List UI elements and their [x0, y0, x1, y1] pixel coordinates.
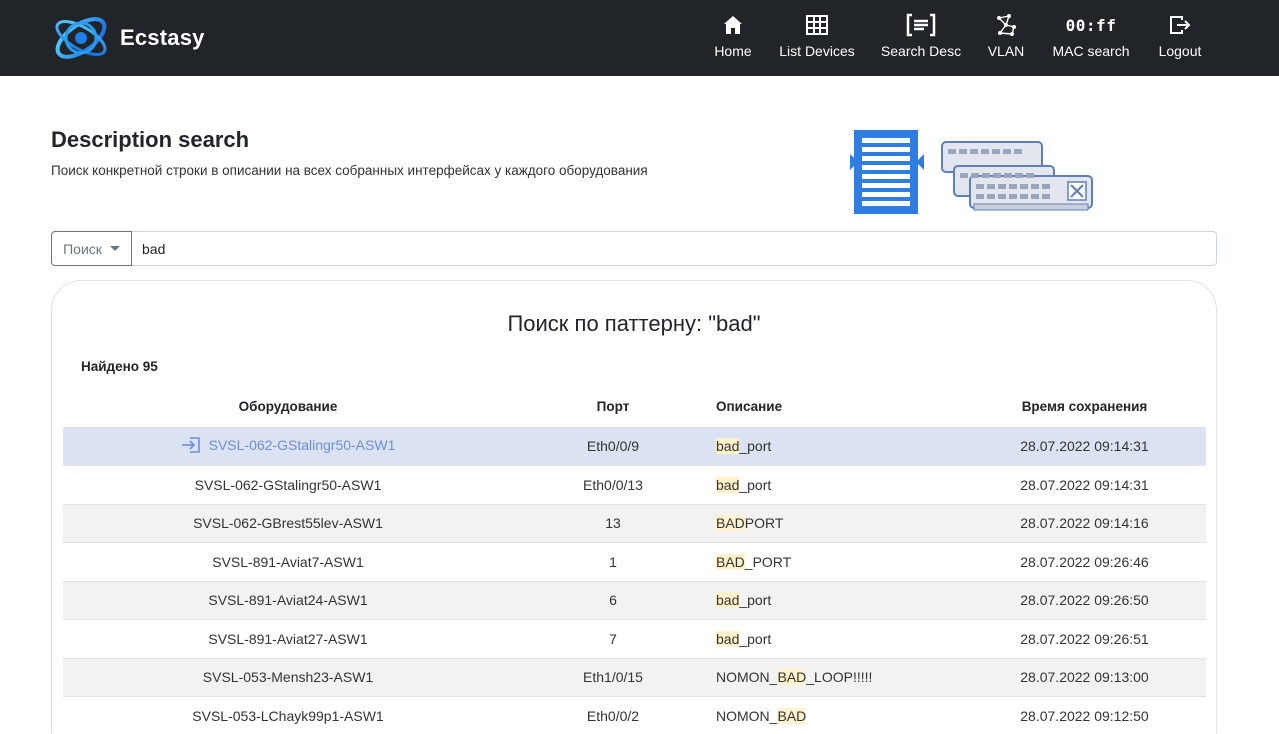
column-header-saved-time[interactable]: Время сохранения — [963, 387, 1206, 427]
table-row[interactable]: SVSL-062-GBrest55lev-ASW1 13 BADPORT 28.… — [63, 504, 1206, 543]
port-cell: Eth1/0/15 — [583, 669, 643, 686]
caret-down-icon — [109, 246, 120, 251]
saved-time-cell: 28.07.2022 09:14:31 — [1020, 476, 1149, 493]
description-cell: bad_port — [713, 427, 963, 466]
device-cell[interactable]: SVSL-062-GStalingr50-ASW1 — [63, 466, 513, 505]
results-title: Поиск по паттерну: "bad" — [507, 311, 761, 336]
logout-icon — [1168, 12, 1192, 38]
saved-time-cell: 28.07.2022 09:14:31 — [1020, 438, 1149, 455]
desc-rest: PORT — [744, 515, 784, 532]
description-cell: BADPORT — [713, 504, 963, 543]
saved-time-cell: 28.07.2022 09:26:50 — [1020, 592, 1149, 609]
table-icon — [805, 12, 829, 38]
device-cell[interactable]: SVSL-053-Mensh23-ASW1 — [63, 658, 513, 697]
match-highlight: bad — [716, 476, 740, 493]
port-cell: 6 — [609, 592, 617, 609]
search-bar: Поиск — [51, 231, 1217, 266]
nav-label: MAC search — [1052, 43, 1130, 59]
saved-time-cell: 28.07.2022 09:12:50 — [1020, 708, 1149, 724]
saved-time-cell: 28.07.2022 09:26:46 — [1020, 553, 1149, 570]
table-row[interactable]: SVSL-062-GStalingr50-ASW1 Eth0/0/9 bad_p… — [63, 427, 1206, 466]
device-cell[interactable]: SVSL-891-Aviat24-ASW1 — [63, 581, 513, 620]
search-type-label: Поиск — [63, 240, 102, 257]
device-cell[interactable]: SVSL-062-GBrest55lev-ASW1 — [63, 504, 513, 543]
navbar: Ecstasy Home List Devices Search Desc VL… — [0, 0, 1279, 76]
brand[interactable]: Ecstasy — [50, 8, 205, 68]
device-cell[interactable]: SVSL-053-LChayk99p1-ASW1 — [63, 697, 513, 734]
nav-label: List Devices — [779, 43, 855, 59]
table-row[interactable]: SVSL-053-LChayk99p1-ASW1 Eth0/0/2 NOMON_… — [63, 696, 1206, 734]
description-cell: bad_port — [713, 581, 963, 620]
text-box-icon — [906, 12, 936, 38]
table-row[interactable]: SVSL-053-Mensh23-ASW1 Eth1/0/15 NOMON_BA… — [63, 658, 1206, 697]
nav-home[interactable]: Home — [709, 12, 757, 64]
logo-icon — [55, 17, 107, 59]
nav-mac-search[interactable]: 00:ff MAC search — [1050, 12, 1132, 64]
nav-label: Home — [714, 43, 752, 59]
table-row[interactable]: SVSL-891-Aviat7-ASW1 1 BAD_PORT 28.07.20… — [63, 542, 1206, 582]
table-row[interactable]: SVSL-891-Aviat27-ASW1 7 bad_port 28.07.2… — [63, 619, 1206, 659]
open-device-icon — [181, 436, 200, 453]
description-cell: NOMON_BAD_LOOP!!!!! — [713, 658, 963, 697]
port-cell: 1 — [609, 553, 617, 570]
port-cell: 13 — [605, 515, 621, 532]
devices-illustration-icon — [850, 130, 1093, 214]
mac-icon: 00:ff — [1065, 15, 1117, 35]
brand-name: Ecstasy — [120, 25, 205, 50]
port-cell: Eth0/0/13 — [583, 476, 643, 493]
desc-prefix: NOMON_ — [716, 669, 778, 686]
column-header-device[interactable]: Оборудование — [63, 387, 513, 427]
search-input[interactable] — [132, 231, 1217, 266]
description-cell: bad_port — [713, 620, 963, 659]
description-cell: NOMON_BAD — [713, 697, 963, 734]
saved-time-cell: 28.07.2022 09:26:51 — [1020, 630, 1149, 647]
desc-rest: _port — [739, 476, 772, 493]
desc-rest: _port — [739, 630, 772, 647]
match-highlight: BAD — [777, 669, 807, 686]
desc-rest: _PORT — [744, 553, 792, 570]
nav-label: Search Desc — [880, 43, 962, 59]
device-cell[interactable]: SVSL-891-Aviat7-ASW1 — [63, 543, 513, 582]
device-link[interactable]: SVSL-062-GStalingr50-ASW1 — [181, 436, 396, 454]
search-type-dropdown[interactable]: Поиск — [51, 231, 132, 266]
match-highlight: bad — [716, 630, 740, 647]
column-header-port[interactable]: Порт — [513, 387, 713, 427]
results-card: Поиск по паттерну: "bad" Найдено 95 Обор… — [51, 280, 1217, 734]
results-table: Оборудование Порт Описание Время сохране… — [63, 387, 1206, 734]
page-title: Description search — [51, 127, 250, 152]
nav-label: Logout — [1158, 43, 1202, 59]
nav-search-desc[interactable]: Search Desc — [878, 12, 964, 64]
nav-vlan[interactable]: VLAN — [984, 12, 1028, 64]
network-icon — [994, 12, 1018, 38]
match-highlight: BAD — [716, 553, 745, 570]
nav-list-devices[interactable]: List Devices — [775, 12, 859, 64]
desc-rest: _port — [739, 438, 772, 455]
desc-rest: _port — [739, 592, 772, 609]
match-highlight: BAD — [716, 515, 745, 532]
match-highlight: bad — [716, 438, 740, 455]
port-cell: 7 — [609, 630, 617, 647]
saved-time-cell: 28.07.2022 09:14:16 — [1020, 515, 1149, 532]
description-cell: bad_port — [713, 466, 963, 505]
results-count: Найдено 95 — [81, 359, 158, 374]
desc-prefix: NOMON_ — [716, 708, 778, 724]
desc-rest: _LOOP!!!!! — [806, 669, 873, 686]
match-highlight: bad — [716, 592, 740, 609]
page-subtitle: Поиск конкретной строки в описании на вс… — [51, 163, 648, 178]
table-header-row: Оборудование Порт Описание Время сохране… — [63, 387, 1206, 427]
device-name: SVSL-062-GStalingr50-ASW1 — [208, 436, 396, 453]
table-row[interactable]: SVSL-062-GStalingr50-ASW1 Eth0/0/13 bad_… — [63, 465, 1206, 505]
column-header-description[interactable]: Описание — [713, 387, 963, 427]
device-cell[interactable]: SVSL-891-Aviat27-ASW1 — [63, 620, 513, 659]
match-highlight: BAD — [777, 708, 807, 724]
nav-logout[interactable]: Logout — [1155, 12, 1205, 64]
nav-label: VLAN — [987, 43, 1025, 59]
table-row[interactable]: SVSL-891-Aviat24-ASW1 6 bad_port 28.07.2… — [63, 581, 1206, 620]
device-cell[interactable]: SVSL-062-GStalingr50-ASW1 — [63, 427, 513, 466]
home-icon — [722, 12, 744, 38]
saved-time-cell: 28.07.2022 09:13:00 — [1020, 669, 1149, 686]
port-cell: Eth0/0/2 — [586, 708, 640, 724]
port-cell: Eth0/0/9 — [586, 438, 640, 455]
description-cell: BAD_PORT — [713, 543, 963, 582]
